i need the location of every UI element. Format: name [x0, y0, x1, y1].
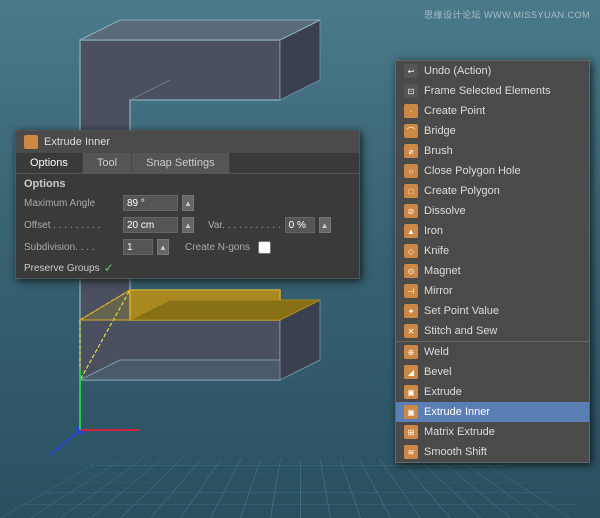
menu-item-label-close-hole: Close Polygon Hole — [424, 165, 521, 177]
menu-item-label-brush: Brush — [424, 145, 453, 157]
menu-item-label-set-point: Set Point Value — [424, 305, 499, 317]
menu-item-label-iron: Iron — [424, 225, 443, 237]
dissolve-icon: ⊘ — [404, 204, 418, 218]
param-row-max-angle: Maximum Angle ▲ — [16, 192, 359, 214]
stitch-icon: ✕ — [404, 324, 418, 338]
menu-item-bevel[interactable]: ◢ Bevel — [396, 362, 589, 382]
menu-item-magnet[interactable]: ⊙ Magnet — [396, 261, 589, 281]
menu-item-knife[interactable]: ◇ Knife — [396, 241, 589, 261]
bevel-icon: ◢ — [404, 365, 418, 379]
max-angle-label: Maximum Angle — [24, 198, 119, 209]
menu-item-label-dissolve: Dissolve — [424, 205, 466, 217]
menu-item-stitch[interactable]: ✕ Stitch and Sew — [396, 321, 589, 341]
menu-item-label-extrude: Extrude — [424, 386, 462, 398]
mirror-icon: ⊣ — [404, 284, 418, 298]
menu-item-label-matrix-extrude: Matrix Extrude — [424, 426, 495, 438]
iron-icon: ▲ — [404, 224, 418, 238]
menu-item-weld[interactable]: ⊕ Weld — [396, 341, 589, 362]
panel-icon — [24, 135, 38, 149]
menu-item-extrude[interactable]: ▣ Extrude — [396, 382, 589, 402]
subdivision-input[interactable] — [123, 239, 153, 255]
set-point-icon: ✦ — [404, 304, 418, 318]
menu-item-label-bevel: Bevel — [424, 366, 452, 378]
weld-icon: ⊕ — [404, 345, 418, 359]
menu-item-mirror[interactable]: ⊣ Mirror — [396, 281, 589, 301]
subdivision-up[interactable]: ▲ — [157, 239, 169, 255]
magnet-icon: ⊙ — [404, 264, 418, 278]
smooth-shift-icon: ≋ — [404, 445, 418, 459]
offset-input[interactable] — [123, 217, 178, 233]
offset-up[interactable]: ▲ — [182, 217, 194, 233]
menu-item-label-smooth-shift: Smooth Shift — [424, 446, 487, 458]
point-icon: · — [404, 104, 418, 118]
undo-icon: ↩ — [404, 64, 418, 78]
tab-options[interactable]: Options — [16, 153, 83, 173]
menu-item-label-frame: Frame Selected Elements — [424, 85, 551, 97]
menu-item-label-stitch: Stitch and Sew — [424, 325, 497, 337]
create-poly-icon: □ — [404, 184, 418, 198]
subdivision-label: Subdivision. . . . — [24, 242, 119, 253]
menu-item-undo[interactable]: ↩ Undo (Action) — [396, 61, 589, 81]
menu-item-bridge[interactable]: ⌒ Bridge — [396, 121, 589, 141]
matrix-extrude-icon: ⊞ — [404, 425, 418, 439]
tool-panel: Extrude Inner Options Tool Snap Settings… — [15, 130, 360, 279]
menu-item-label-magnet: Magnet — [424, 265, 461, 277]
panel-title: Extrude Inner — [44, 136, 110, 148]
menu-item-label-create-poly: Create Polygon — [424, 185, 500, 197]
menu-item-frame[interactable]: ⊡ Frame Selected Elements — [396, 81, 589, 101]
menu-item-label-weld: Weld — [424, 346, 449, 358]
menu-item-label-extrude-inner: Extrude Inner — [424, 406, 490, 418]
menu-item-point[interactable]: · Create Point — [396, 101, 589, 121]
context-menu: ↩ Undo (Action) ⊡ Frame Selected Elements · C… — [395, 60, 590, 463]
menu-item-brush[interactable]: ⌀ Brush — [396, 141, 589, 161]
preserve-groups-check: ✓ — [104, 261, 114, 275]
menu-item-label-knife: Knife — [424, 245, 449, 257]
tab-tool[interactable]: Tool — [83, 153, 132, 173]
panel-title-bar: Extrude Inner — [16, 131, 359, 153]
knife-icon: ◇ — [404, 244, 418, 258]
param-row-offset: Offset . . . . . . . . . ▲ Var. . . . . … — [16, 214, 359, 236]
extrude-icon: ▣ — [404, 385, 418, 399]
offset-label: Offset . . . . . . . . . — [24, 220, 119, 231]
var-label: Var. . . . . . . . . . . — [208, 220, 281, 231]
menu-item-close-hole[interactable]: ○ Close Polygon Hole — [396, 161, 589, 181]
menu-item-label-point: Create Point — [424, 105, 485, 117]
preserve-groups-label: Preserve Groups — [24, 263, 100, 274]
param-row-subdivision: Subdivision. . . . ▲ Create N-gons — [16, 236, 359, 258]
menu-item-iron[interactable]: ▲ Iron — [396, 221, 589, 241]
menu-item-set-point[interactable]: ✦ Set Point Value — [396, 301, 589, 321]
menu-item-extrude-inner[interactable]: ▣ Extrude Inner — [396, 402, 589, 422]
menu-item-matrix-extrude[interactable]: ⊞ Matrix Extrude — [396, 422, 589, 442]
frame-icon: ⊡ — [404, 84, 418, 98]
panel-tabs: Options Tool Snap Settings — [16, 153, 359, 174]
menu-item-label-undo: Undo (Action) — [424, 65, 491, 77]
max-angle-input[interactable] — [123, 195, 178, 211]
preserve-groups-row: Preserve Groups ✓ — [16, 258, 359, 278]
section-options: Options — [16, 174, 359, 192]
tab-snap-settings[interactable]: Snap Settings — [132, 153, 230, 173]
brush-icon: ⌀ — [404, 144, 418, 158]
create-ngons-checkbox[interactable] — [258, 241, 271, 254]
menu-item-smooth-shift[interactable]: ≋ Smooth Shift — [396, 442, 589, 462]
extrude-inner-icon: ▣ — [404, 405, 418, 419]
watermark: 思缘设计论坛 WWW.MISSYUAN.COM — [424, 8, 590, 21]
create-ngons-label: Create N-gons — [185, 242, 250, 253]
close-hole-icon: ○ — [404, 164, 418, 178]
menu-item-create-poly[interactable]: □ Create Polygon — [396, 181, 589, 201]
menu-item-dissolve[interactable]: ⊘ Dissolve — [396, 201, 589, 221]
bridge-icon: ⌒ — [404, 124, 418, 138]
menu-item-label-bridge: Bridge — [424, 125, 456, 137]
var-input[interactable] — [285, 217, 315, 233]
max-angle-up[interactable]: ▲ — [182, 195, 194, 211]
menu-item-label-mirror: Mirror — [424, 285, 453, 297]
var-up[interactable]: ▲ — [319, 217, 331, 233]
